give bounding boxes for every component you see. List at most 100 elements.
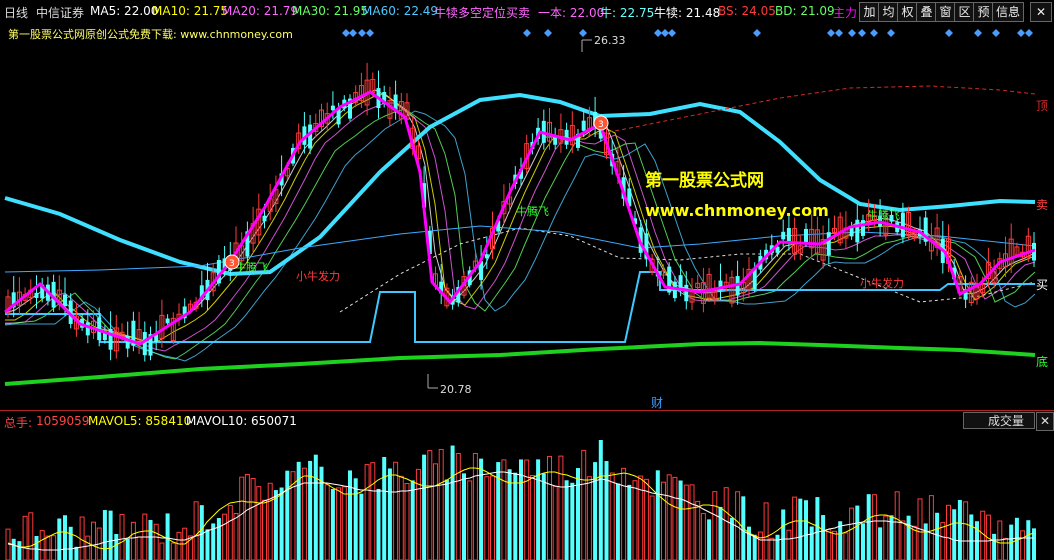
volume-bar-up	[609, 472, 615, 560]
signal-diamond-icon	[887, 29, 895, 37]
volume-bar-up	[871, 494, 877, 560]
volume-bar-up	[586, 476, 592, 560]
volume-bar-up	[632, 480, 638, 560]
volume-bar-up	[244, 473, 250, 560]
close-icon[interactable]: ✕	[1036, 412, 1054, 431]
bd-value: BD: 21.09	[775, 4, 835, 18]
volume-bar-up	[91, 521, 96, 560]
volume-bar-up	[176, 531, 182, 560]
volume-bar-down	[781, 509, 786, 560]
volume-bar-down	[125, 538, 130, 560]
signal-diamond-icon	[342, 29, 350, 37]
volume-bar-down	[376, 488, 381, 560]
volume-bar-down	[655, 470, 660, 560]
forecast-button[interactable]: 预	[973, 2, 994, 22]
volume-bar-up	[672, 476, 678, 560]
candle-down	[804, 228, 808, 244]
info-button[interactable]: 信息	[992, 2, 1024, 22]
volume-bar-up	[170, 542, 176, 560]
bottom-line	[4, 340, 1036, 386]
cai-label[interactable]: 财	[651, 396, 663, 410]
volume-indicator-select[interactable]: 成交量	[963, 412, 1035, 429]
volume-bar-up	[661, 481, 666, 560]
volume-bar-down	[678, 480, 683, 560]
volume-bar-down	[57, 518, 62, 560]
volume-bar-up	[792, 496, 798, 560]
volume-bar-down	[382, 456, 387, 560]
volume-bar-up	[193, 501, 199, 560]
window-button[interactable]: 窗	[935, 2, 956, 22]
volume-bar-up	[763, 502, 769, 560]
signal-diamond-icon	[661, 29, 669, 37]
volume-bar-up	[529, 474, 535, 560]
volume-bar-up	[341, 486, 347, 560]
volume-bar-up	[79, 516, 85, 560]
volume-bar-up	[558, 455, 564, 560]
volume-bar-down	[148, 519, 153, 560]
volume-bar-down	[11, 538, 16, 560]
volume-bar-down	[775, 534, 780, 560]
volume-bar-up	[911, 525, 917, 560]
volume-bar-down	[615, 483, 620, 560]
ma5-value: MA5: 22.00	[90, 4, 159, 18]
volume-bar-up	[438, 448, 444, 560]
volume-bar-up	[51, 535, 57, 560]
candle-down	[85, 322, 90, 336]
rights-button[interactable]: 权	[897, 2, 918, 22]
candle-down	[125, 335, 130, 349]
candle-down	[826, 232, 831, 256]
volume-bar-down	[541, 473, 546, 560]
volume-bar-down	[809, 526, 814, 560]
yiben-value: 一本: 22.00	[538, 6, 605, 20]
ma60-value: MA60: 22.49	[362, 4, 439, 18]
volume-bar-down	[102, 510, 107, 560]
volume-bar-down	[1026, 520, 1031, 560]
candle-down	[165, 318, 170, 324]
average-button[interactable]: 均	[878, 2, 899, 22]
volume-bar-up	[769, 537, 775, 560]
volume-bar-up	[980, 510, 986, 560]
volume-bar-down	[513, 472, 518, 560]
zhuli-label: 主力	[833, 6, 858, 20]
overlay-button[interactable]: 叠	[916, 2, 937, 22]
volume-chart[interactable]	[0, 431, 1054, 560]
candle-down	[63, 294, 67, 307]
candle-down	[308, 124, 313, 149]
candle-down	[684, 284, 689, 302]
kline-chart[interactable]: 26.33 20.78 顶 卖 买 底 财 牛腾飞 牛腾飞 牛腾飞 小牛发力 小…	[0, 22, 1054, 410]
candle-down	[781, 231, 786, 240]
volume-bar-down	[878, 527, 883, 560]
volume-bar-down	[279, 487, 284, 560]
period-label[interactable]: 日线	[4, 4, 28, 21]
high-price-label: 26.33	[594, 34, 626, 47]
watermark-url: www.chnmoney.com	[645, 201, 829, 220]
signal-diamonds	[342, 29, 1033, 37]
candle-down	[484, 254, 489, 259]
niu-tengfei-label-3: 牛腾飞	[867, 208, 900, 222]
volume-bar-down	[923, 523, 928, 560]
volume-bar-down	[479, 458, 484, 560]
signal-diamond-icon	[358, 29, 366, 37]
volume-bar-up	[1003, 537, 1008, 560]
volume-bar-down	[496, 462, 501, 560]
add-button[interactable]: 加	[859, 2, 880, 22]
close-icon[interactable]: ✕	[1030, 2, 1052, 22]
signal-diamond-icon	[992, 29, 1000, 37]
range-button[interactable]: 区	[954, 2, 975, 22]
volume-bar-down	[564, 480, 569, 560]
volume-bar-up	[262, 499, 267, 560]
signal-diamond-icon	[753, 29, 761, 37]
signal-diamond-icon	[366, 29, 374, 37]
volume-bar-down	[273, 490, 278, 560]
volume-bars	[5, 440, 1036, 560]
candle-down	[142, 332, 147, 356]
volume-bar-down	[199, 505, 204, 560]
svg-text:3: 3	[598, 120, 604, 130]
volume-bar-up	[256, 486, 262, 560]
volume-bar-up	[786, 529, 792, 560]
volume-bar-down	[576, 468, 580, 560]
volume-bar-up	[336, 487, 342, 560]
volume-bar-down	[444, 479, 449, 560]
candle-down	[900, 212, 905, 238]
volume-bar-down	[114, 533, 119, 560]
